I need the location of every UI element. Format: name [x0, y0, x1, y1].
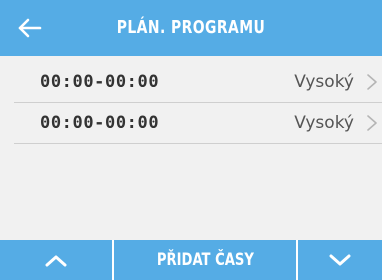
chevron-down-icon	[329, 254, 351, 266]
chevron-up-icon	[45, 255, 67, 267]
screen: PLÁN. PROGRAMU 00:00-00:00 Vysoký 00:00-…	[0, 0, 382, 280]
schedule-level: Vysoký	[294, 113, 354, 133]
header-bar: PLÁN. PROGRAMU	[0, 0, 382, 56]
schedule-time: 00:00-00:00	[40, 72, 160, 92]
scroll-down-button[interactable]	[298, 240, 382, 280]
schedule-row[interactable]: 00:00-00:00 Vysoký	[14, 62, 382, 103]
add-times-button[interactable]: PŘIDAT ČASY	[112, 240, 298, 280]
footer-bar: PŘIDAT ČASY	[0, 240, 382, 280]
chevron-right-icon	[367, 115, 377, 131]
add-times-label: PŘIDAT ČASY	[156, 250, 254, 270]
schedule-row[interactable]: 00:00-00:00 Vysoký	[14, 103, 382, 144]
page-title: PLÁN. PROGRAMU	[116, 17, 266, 38]
schedule-level: Vysoký	[294, 72, 354, 92]
schedule-list: 00:00-00:00 Vysoký 00:00-00:00 Vysoký	[14, 62, 382, 144]
schedule-time: 00:00-00:00	[40, 113, 160, 133]
chevron-right-icon	[367, 74, 377, 90]
scroll-up-button[interactable]	[0, 240, 112, 280]
